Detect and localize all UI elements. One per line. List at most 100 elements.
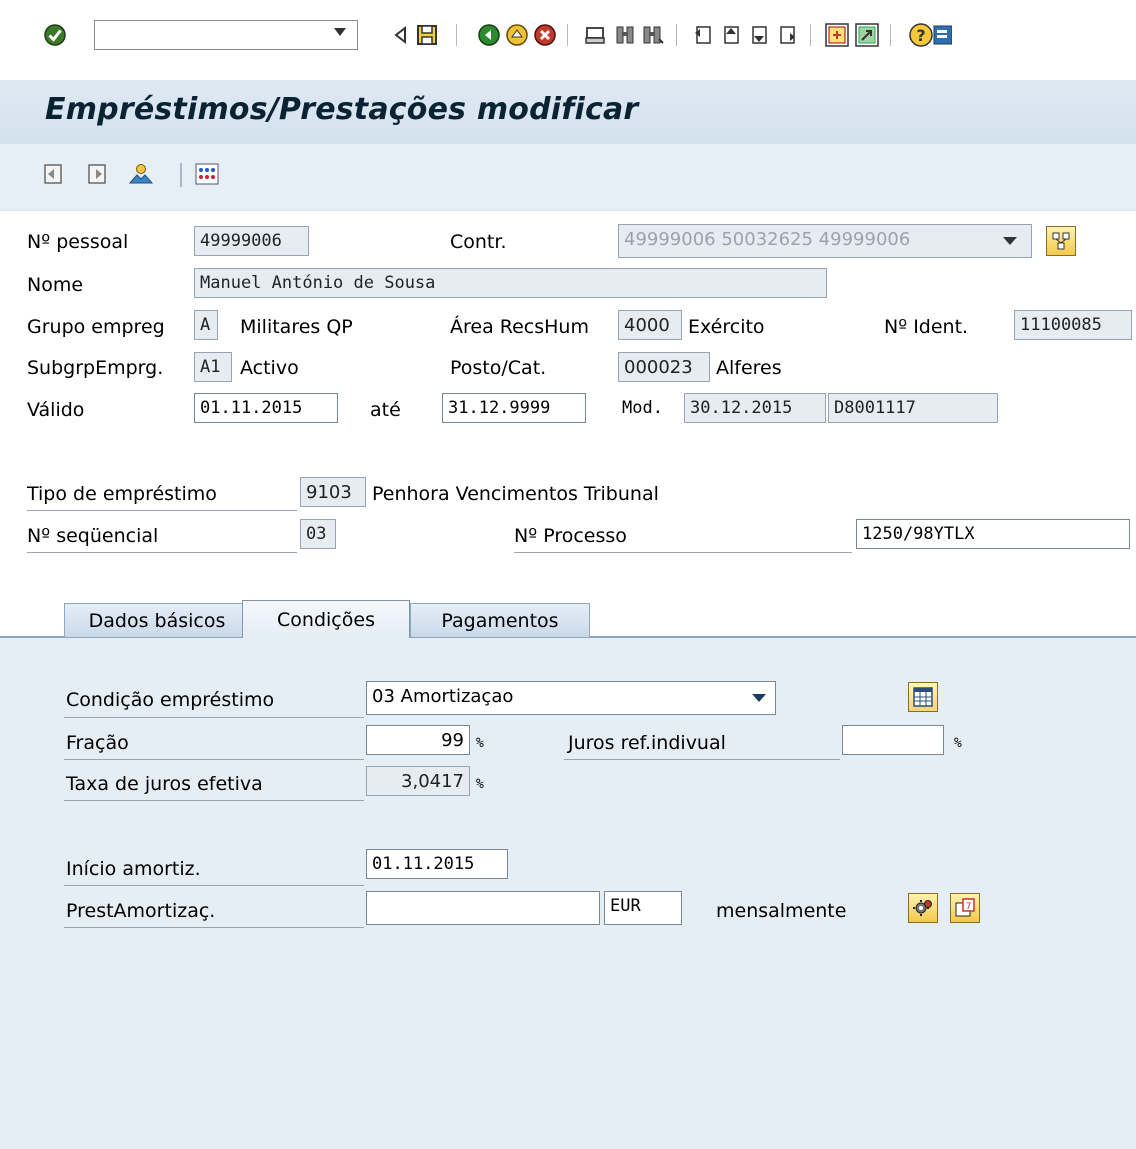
nome-field[interactable]: Manuel António de Sousa (194, 268, 827, 298)
label-underline (64, 717, 364, 718)
grupo-text: Militares QP (240, 316, 353, 338)
find-icon[interactable] (610, 20, 640, 50)
chevron-down-icon[interactable] (1003, 237, 1017, 245)
back-green-icon[interactable] (474, 20, 504, 50)
seq-field[interactable]: 03 (300, 519, 336, 549)
contr-dropdown[interactable]: 49999006 50032625 49999006 (618, 224, 1032, 258)
separator (180, 163, 182, 187)
percent-sign: % (476, 777, 484, 792)
print-icon[interactable] (580, 20, 610, 50)
grupo-label: Grupo empreg (27, 316, 165, 338)
system-toolbar: ? (0, 0, 1136, 68)
label-underline (27, 510, 297, 511)
processo-label: Nº Processo (514, 525, 627, 547)
mod-user-field[interactable]: D8001117 (828, 393, 998, 423)
next-page-icon[interactable] (744, 20, 774, 50)
first-page-icon[interactable] (688, 20, 718, 50)
command-field[interactable] (94, 20, 358, 50)
juros-field[interactable] (842, 725, 944, 755)
area-label: Área RecsHum (450, 316, 589, 338)
fracao-label: Fração (66, 732, 129, 754)
mod-label: Mod. (622, 398, 663, 418)
tab-label: Dados básicos (88, 609, 226, 632)
last-page-icon[interactable] (772, 20, 802, 50)
find-next-icon[interactable] (638, 20, 668, 50)
prest-field[interactable] (366, 891, 600, 925)
condicao-dropdown[interactable]: 03 Amortizaçao (366, 681, 776, 715)
next-record-icon[interactable] (84, 161, 110, 187)
calendar-button[interactable]: 7 (950, 893, 980, 923)
tipo-code-field[interactable]: 9103 (300, 477, 366, 507)
nome-label: Nome (27, 274, 84, 296)
exit-icon[interactable] (502, 20, 532, 50)
taxa-label: Taxa de juros efetiva (66, 773, 263, 795)
contr-label: Contr. (450, 231, 507, 253)
valido-from-field[interactable]: 01.11.2015 (194, 393, 338, 423)
create-session-icon[interactable] (822, 20, 852, 50)
application-toolbar (0, 144, 1136, 211)
inicio-label: Início amortiz. (66, 858, 201, 880)
mod-date-field[interactable]: 30.12.2015 (684, 393, 826, 423)
inicio-field[interactable]: 01.11.2015 (366, 849, 508, 879)
percent-sign: % (954, 736, 962, 751)
svg-text:7: 7 (966, 902, 972, 912)
save-icon[interactable] (412, 20, 442, 50)
area-text: Exército (688, 316, 765, 338)
ident-label: Nº Ident. (884, 316, 969, 338)
posto-label: Posto/Cat. (450, 357, 547, 379)
grid-dots-icon[interactable] (194, 161, 220, 187)
label-underline (564, 759, 840, 760)
pessoal-field[interactable]: 49999006 (194, 226, 309, 256)
subgrp-label: SubgrpEmprg. (27, 357, 164, 379)
subgrp-code-field[interactable]: A1 (194, 352, 232, 382)
cancel-icon[interactable] (530, 20, 560, 50)
calculate-button[interactable] (908, 893, 938, 923)
pessoal-label: Nº pessoal (27, 231, 129, 253)
shortcut-icon[interactable] (852, 20, 882, 50)
command-dropdown-icon[interactable] (334, 28, 346, 36)
overview-icon[interactable] (128, 161, 154, 187)
previous-page-icon[interactable] (716, 20, 746, 50)
contract-select-button[interactable] (1046, 226, 1076, 256)
fracao-field[interactable]: 99 (366, 725, 470, 755)
separator (890, 24, 891, 46)
table-view-button[interactable] (908, 682, 938, 712)
posto-text: Alferes (716, 357, 782, 379)
subgrp-text: Activo (240, 357, 299, 379)
tab-dados-basicos[interactable]: Dados básicos (64, 603, 250, 637)
percent-sign: % (476, 736, 484, 751)
grupo-code-field[interactable]: A (194, 310, 218, 340)
ident-field[interactable]: 11100085 (1014, 310, 1132, 340)
tab-label: Condições (277, 608, 375, 631)
tab-condicoes[interactable]: Condições (242, 600, 410, 638)
juros-label: Juros ref.indivual (568, 732, 726, 754)
separator (810, 24, 811, 46)
taxa-field[interactable]: 3,0417 (366, 766, 470, 796)
processo-field[interactable]: 1250/98YTLX (856, 519, 1130, 549)
label-underline (514, 552, 852, 553)
chevron-down-icon[interactable] (752, 694, 766, 702)
page-title: Empréstimos/Prestações modificar (45, 92, 639, 127)
valido-to-field[interactable]: 31.12.9999 (442, 393, 586, 423)
separator (567, 24, 568, 46)
enter-icon[interactable] (40, 20, 70, 50)
separator (676, 24, 677, 46)
previous-record-icon[interactable] (40, 161, 66, 187)
condicao-label: Condição empréstimo (66, 689, 275, 711)
customize-layout-icon[interactable] (930, 20, 954, 50)
frequency-text: mensalmente (716, 900, 847, 922)
label-underline (64, 759, 364, 760)
label-underline (27, 552, 297, 553)
seq-label: Nº seqüencial (27, 525, 159, 547)
label-underline (64, 800, 364, 801)
tab-label: Pagamentos (441, 609, 559, 632)
currency-field[interactable]: EUR (604, 891, 682, 925)
prest-label: PrestAmortizaç. (66, 900, 216, 922)
ate-label: até (370, 399, 401, 421)
svg-text:?: ? (916, 26, 925, 45)
label-underline (64, 885, 364, 886)
area-code-field[interactable]: 4000 (618, 310, 682, 340)
tab-pagamentos[interactable]: Pagamentos (410, 603, 590, 637)
posto-code-field[interactable]: 000023 (618, 352, 710, 382)
tipo-text: Penhora Vencimentos Tribunal (372, 483, 659, 505)
